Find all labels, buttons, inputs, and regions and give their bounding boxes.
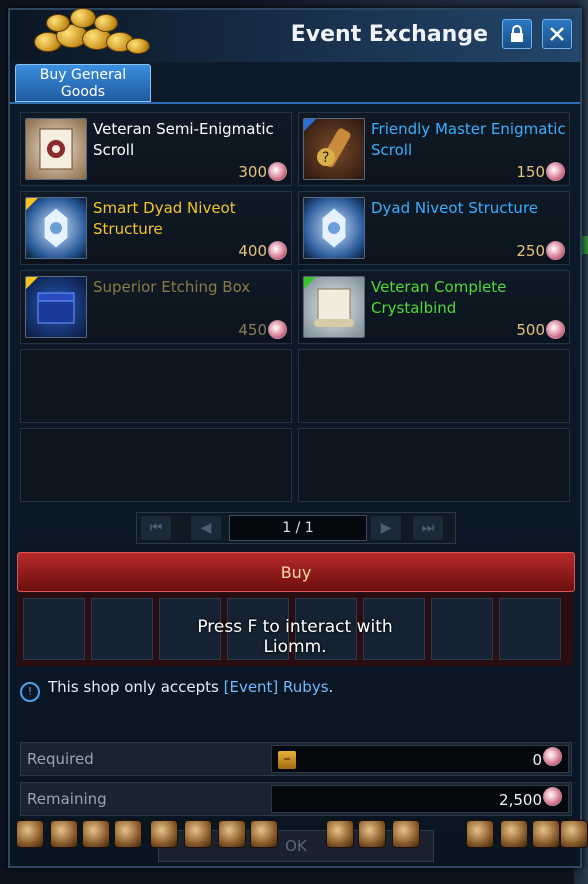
required-value: 0 <box>532 751 542 769</box>
item-name: Friendly Master Enigmatic Scroll <box>371 120 566 159</box>
first-page-button[interactable]: ⏮ <box>141 516 171 540</box>
info-text: This shop only accepts <box>48 678 224 696</box>
etching-box-icon <box>25 276 87 338</box>
decrease-button[interactable]: – <box>278 751 296 769</box>
hotbar-icon[interactable] <box>82 820 110 848</box>
ruby-currency-icon <box>546 162 565 181</box>
item-slot[interactable]: Dyad Niveot Structure 250 <box>298 191 570 265</box>
hotbar-icon[interactable] <box>114 820 142 848</box>
item-name: Superior Etching Box <box>93 278 251 296</box>
pagination: ⏮ ◀ 1 / 1 ▶ ⏭ <box>136 512 456 544</box>
hotbar-icon[interactable] <box>358 820 386 848</box>
scroll-gear-icon <box>25 118 87 180</box>
ruby-currency-icon <box>546 320 565 339</box>
ruby-currency-icon <box>268 241 287 260</box>
purchase-slot[interactable] <box>91 598 153 660</box>
buy-button[interactable]: Buy <box>17 552 575 592</box>
item-price: 400 <box>238 242 267 260</box>
info-currency: [Event] Rubys <box>223 678 329 696</box>
remaining-label: Remaining <box>27 790 107 808</box>
tab-divider <box>10 102 580 104</box>
hotbar-icon[interactable] <box>560 820 588 848</box>
ruby-currency-icon <box>546 241 565 260</box>
hotbar-icon[interactable] <box>150 820 178 848</box>
event-exchange-window: Event Exchange Buy General Goods Veteran… <box>8 8 582 868</box>
empty-slot <box>298 428 570 502</box>
page-indicator: 1 / 1 <box>229 515 367 541</box>
ruby-currency-icon <box>543 747 562 766</box>
interact-prompt: Press F to interact with Liomm. <box>197 617 393 657</box>
item-name: Veteran Complete Crystalbind <box>371 278 507 317</box>
crystalbind-scroll-icon <box>303 276 365 338</box>
empty-slot <box>20 428 292 502</box>
niveot-structure-icon <box>303 197 365 259</box>
empty-slot <box>20 349 292 423</box>
hotbar <box>0 820 588 850</box>
lock-button[interactable] <box>502 19 532 49</box>
hotbar-icon[interactable] <box>16 820 44 848</box>
niveot-structure-icon <box>25 197 87 259</box>
ruby-currency-icon <box>268 162 287 181</box>
hotbar-icon[interactable] <box>532 820 560 848</box>
next-page-button[interactable]: ▶ <box>371 516 401 540</box>
purchase-slot[interactable] <box>431 598 493 660</box>
shop-info: ! This shop only accepts [Event] Rubys. <box>20 678 333 702</box>
hotbar-icon[interactable] <box>250 820 278 848</box>
tab-buy-general-goods[interactable]: Buy General Goods <box>15 64 151 102</box>
remaining-field: 2,500 <box>271 785 569 813</box>
hotbar-icon[interactable] <box>392 820 420 848</box>
enigmatic-scroll-icon: ? <box>303 118 365 180</box>
hotbar-icon[interactable] <box>500 820 528 848</box>
hotbar-icon[interactable] <box>184 820 212 848</box>
item-price: 450 <box>238 321 267 339</box>
hotbar-icon[interactable] <box>326 820 354 848</box>
item-price: 500 <box>516 321 545 339</box>
info-icon: ! <box>20 682 40 702</box>
hotbar-icon[interactable] <box>466 820 494 848</box>
purchase-slots: Press F to interact with Liomm. <box>17 592 573 666</box>
item-name: Veteran Semi-Enigmatic Scroll <box>93 120 274 159</box>
window-title: Event Exchange <box>290 22 488 47</box>
required-label: Required <box>27 750 94 768</box>
item-slot[interactable]: ? Friendly Master Enigmatic Scroll 150 <box>298 112 570 186</box>
hotbar-icon[interactable] <box>218 820 246 848</box>
svg-text:?: ? <box>322 150 329 166</box>
last-page-button[interactable]: ⏭ <box>413 516 443 540</box>
purchase-slot[interactable] <box>23 598 85 660</box>
prev-page-button[interactable]: ◀ <box>191 516 221 540</box>
treasure-coins-icon <box>22 2 162 58</box>
item-price: 250 <box>516 242 545 260</box>
close-icon <box>550 27 564 41</box>
empty-slot <box>298 349 570 423</box>
item-price: 300 <box>238 163 267 181</box>
lock-icon <box>511 25 523 42</box>
item-slot[interactable]: Smart Dyad Niveot Structure 400 <box>20 191 292 265</box>
item-slot[interactable]: Superior Etching Box 450 <box>20 270 292 344</box>
item-slot[interactable]: Veteran Semi-Enigmatic Scroll 300 <box>20 112 292 186</box>
required-field[interactable]: – 0 <box>271 745 569 773</box>
item-slot[interactable]: Veteran Complete Crystalbind 500 <box>298 270 570 344</box>
title-bar[interactable]: Event Exchange <box>10 8 580 62</box>
item-name: Smart Dyad Niveot Structure <box>93 199 236 238</box>
ruby-currency-icon <box>543 787 562 806</box>
item-name: Dyad Niveot Structure <box>371 199 539 217</box>
info-suffix: . <box>328 678 334 696</box>
hotbar-icon[interactable] <box>50 820 78 848</box>
remaining-value: 2,500 <box>499 791 542 809</box>
close-button[interactable] <box>542 19 572 49</box>
remaining-row: Remaining 2,500 <box>20 782 572 816</box>
purchase-slot[interactable] <box>499 598 561 660</box>
item-price: 150 <box>516 163 545 181</box>
required-row: Required – 0 <box>20 742 572 776</box>
ruby-currency-icon <box>268 320 287 339</box>
